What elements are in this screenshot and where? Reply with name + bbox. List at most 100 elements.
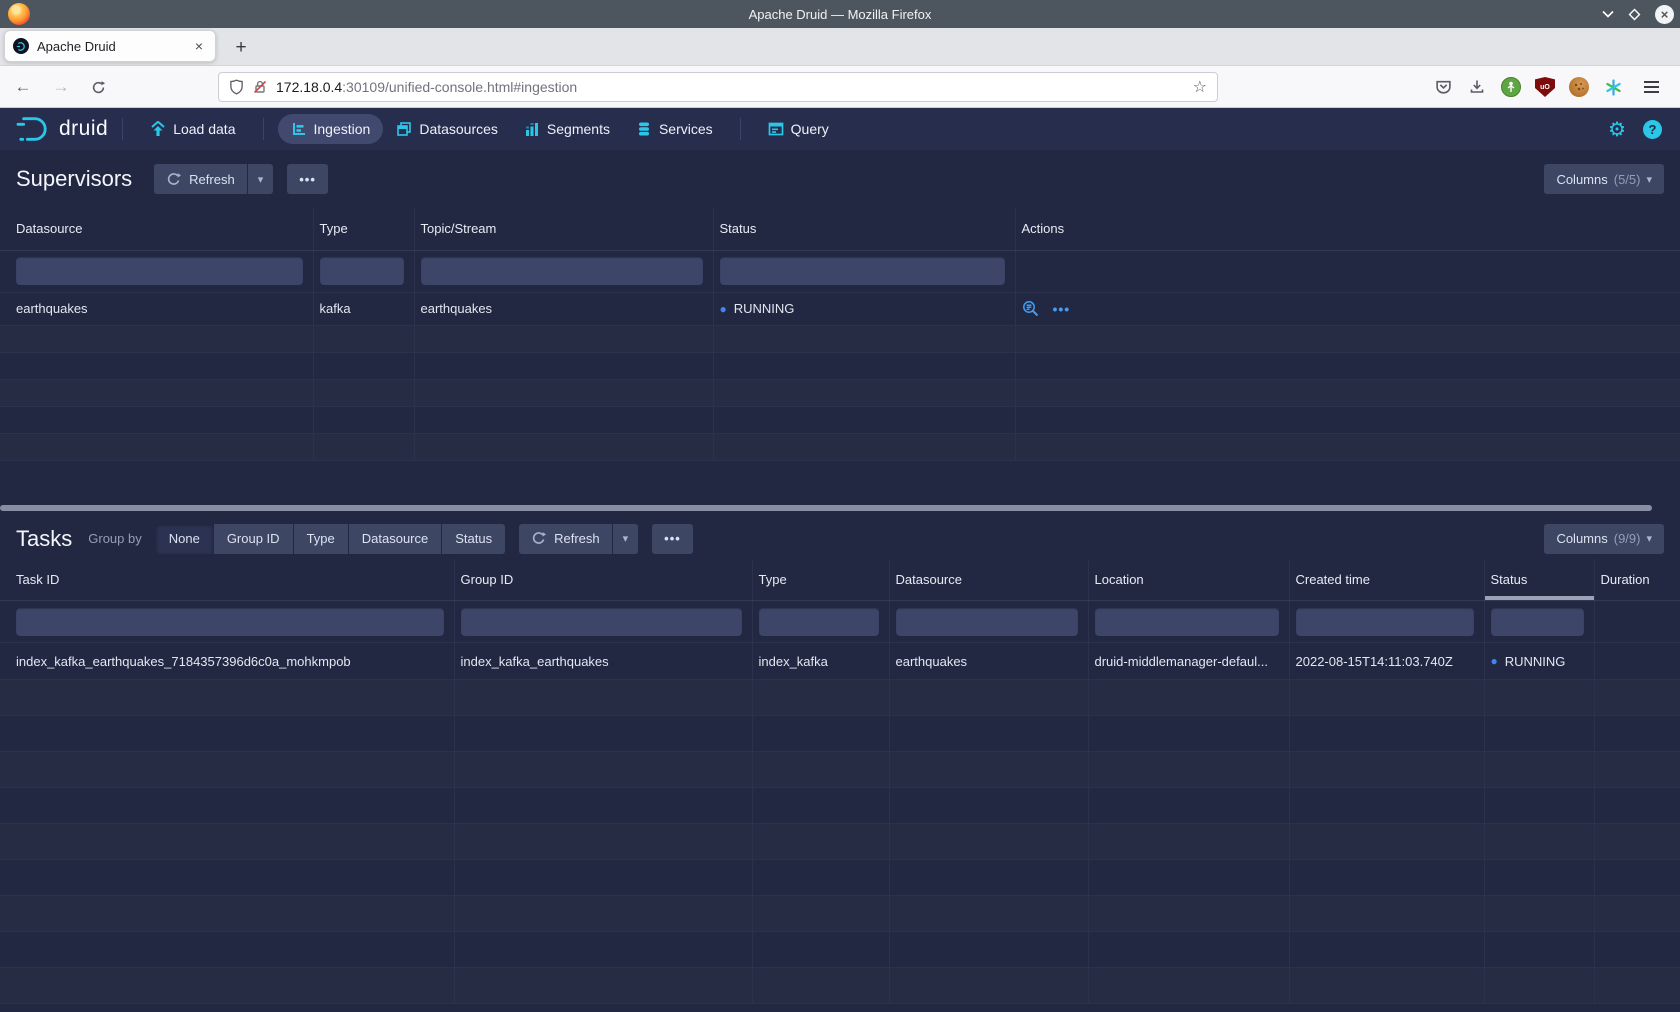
nav-load-data[interactable]: Load data <box>137 114 248 144</box>
firefox-logo-icon <box>8 3 30 25</box>
extension-cookie-icon[interactable] <box>1564 66 1594 108</box>
task-datasource: earthquakes <box>889 643 1088 680</box>
group-by-group-id-button[interactable]: Group ID <box>214 524 293 554</box>
col-header-datasource[interactable]: Datasource <box>0 208 313 250</box>
col-header-topic-stream[interactable]: Topic/Stream <box>414 208 713 250</box>
supervisors-refresh-caret-button[interactable]: ▾ <box>248 164 274 194</box>
empty-row <box>0 716 1680 752</box>
filter-datasource-input[interactable] <box>896 608 1078 636</box>
tasks-refresh-caret-button[interactable]: ▾ <box>613 524 639 554</box>
query-icon <box>768 121 784 137</box>
task-group-id: index_kafka_earthquakes <box>454 643 752 680</box>
extension-green-icon[interactable] <box>1496 66 1526 108</box>
reload-button[interactable] <box>83 66 113 108</box>
col-header-status[interactable]: Status <box>713 208 1015 250</box>
group-by-datasource-button[interactable]: Datasource <box>349 524 441 554</box>
url-host: 172.18.0.4 <box>276 79 342 95</box>
url-text[interactable]: 172.18.0.4:30109/unified-console.html#in… <box>276 79 1193 95</box>
forward-button: → <box>46 66 76 108</box>
tasks-refresh-button[interactable]: Refresh <box>519 524 612 554</box>
group-by-none-button[interactable]: None <box>156 524 213 554</box>
window-maximize-button[interactable] <box>1628 8 1641 21</box>
tab-title: Apache Druid <box>37 39 191 54</box>
supervisor-datasource: earthquakes <box>0 292 313 325</box>
nav-services[interactable]: Services <box>623 114 726 144</box>
filter-group-id-input[interactable] <box>461 608 742 636</box>
col-header-type[interactable]: Type <box>752 559 889 601</box>
caret-down-icon: ▾ <box>1646 532 1652 545</box>
nav-segments[interactable]: Segments <box>511 114 623 144</box>
refresh-icon <box>531 531 546 546</box>
ingestion-icon <box>291 121 307 137</box>
filter-status-input[interactable] <box>720 257 1005 285</box>
supervisors-columns-button[interactable]: Columns (5/5) ▾ <box>1544 164 1664 194</box>
bookmark-star-icon[interactable]: ☆ <box>1193 77 1207 97</box>
empty-row <box>0 896 1680 932</box>
supervisors-header: Supervisors Refresh ▾ ••• Columns (5/5) … <box>0 150 1680 208</box>
browser-tab[interactable]: Apache Druid × <box>4 30 216 62</box>
col-header-actions[interactable]: Actions <box>1015 208 1680 250</box>
filter-type-input[interactable] <box>320 257 404 285</box>
col-header-group-id[interactable]: Group ID <box>454 559 752 601</box>
task-id: index_kafka_earthquakes_7184357396d6c0a_… <box>0 643 454 680</box>
refresh-icon <box>166 172 181 187</box>
detail-magnifier-icon[interactable] <box>1022 300 1039 317</box>
help-icon[interactable]: ? <box>1643 120 1662 139</box>
supervisors-refresh-button[interactable]: Refresh <box>154 164 247 194</box>
settings-gear-icon[interactable]: ⚙ <box>1599 117 1635 141</box>
supervisors-more-button[interactable]: ••• <box>287 164 328 194</box>
tab-close-icon[interactable]: × <box>191 38 207 54</box>
col-header-datasource[interactable]: Datasource <box>889 559 1088 601</box>
tracking-protection-shield-icon[interactable] <box>229 79 244 95</box>
new-tab-button[interactable]: + <box>226 33 256 63</box>
back-button[interactable]: ← <box>8 66 38 108</box>
group-by-type-button[interactable]: Type <box>294 524 348 554</box>
group-by-status-button[interactable]: Status <box>442 524 505 554</box>
filter-status-input[interactable] <box>1491 608 1584 636</box>
filter-type-input[interactable] <box>759 608 879 636</box>
task-row[interactable]: index_kafka_earthquakes_7184357396d6c0a_… <box>0 643 1680 680</box>
empty-row <box>0 352 1680 379</box>
pocket-icon[interactable] <box>1428 66 1458 108</box>
col-header-location[interactable]: Location <box>1088 559 1289 601</box>
window-minimize-button[interactable] <box>1602 10 1614 18</box>
extension-ublock-icon[interactable]: uO <box>1530 66 1560 108</box>
supervisors-empty-space <box>0 461 1680 505</box>
downloads-icon[interactable] <box>1462 66 1492 108</box>
filter-created-time-input[interactable] <box>1296 608 1474 636</box>
row-more-actions-icon[interactable]: ••• <box>1053 301 1071 317</box>
col-header-status[interactable]: Status <box>1484 559 1594 601</box>
screen: Apache Druid — Mozilla Firefox × Apache … <box>0 0 1680 1012</box>
col-header-task-id[interactable]: Task ID <box>0 559 454 601</box>
druid-console: druid Load data Ingestion Datasources Se… <box>0 108 1680 1012</box>
tasks-header: Tasks Group by None Group ID Type Dataso… <box>0 519 1680 559</box>
filter-location-input[interactable] <box>1095 608 1279 636</box>
filter-topic-input[interactable] <box>421 257 703 285</box>
insecure-lock-icon[interactable] <box>252 79 268 95</box>
col-header-created-time[interactable]: Created time <box>1289 559 1484 601</box>
supervisors-title: Supervisors <box>16 166 132 192</box>
druid-brand[interactable]: druid <box>14 114 108 144</box>
col-header-type[interactable]: Type <box>313 208 414 250</box>
extension-asterisk-icon[interactable] <box>1598 66 1628 108</box>
nav-ingestion[interactable]: Ingestion <box>278 114 384 144</box>
horizontal-scrollbar[interactable] <box>0 505 1652 511</box>
col-header-duration[interactable]: Duration <box>1594 559 1680 601</box>
tasks-more-button[interactable]: ••• <box>652 524 693 554</box>
tasks-columns-button[interactable]: Columns (9/9) ▾ <box>1544 524 1664 554</box>
empty-row <box>0 680 1680 716</box>
tasks-filter-row <box>0 601 1680 643</box>
menu-hamburger-icon[interactable] <box>1636 66 1666 108</box>
filter-task-id-input[interactable] <box>16 608 444 636</box>
nav-datasources[interactable]: Datasources <box>383 114 511 144</box>
navbar-divider <box>122 118 123 140</box>
task-location: druid-middlemanager-defaul... <box>1088 643 1289 680</box>
empty-row <box>0 433 1680 460</box>
nav-query[interactable]: Query <box>755 114 842 144</box>
supervisor-row[interactable]: earthquakes kafka earthquakes ●RUNNING •… <box>0 292 1680 325</box>
filter-datasource-input[interactable] <box>16 257 303 285</box>
navbar-divider <box>740 118 741 140</box>
window-close-button[interactable]: × <box>1655 5 1674 24</box>
url-bar[interactable]: 172.18.0.4:30109/unified-console.html#in… <box>218 72 1218 102</box>
browser-tab-bar: Apache Druid × + <box>0 28 1680 66</box>
